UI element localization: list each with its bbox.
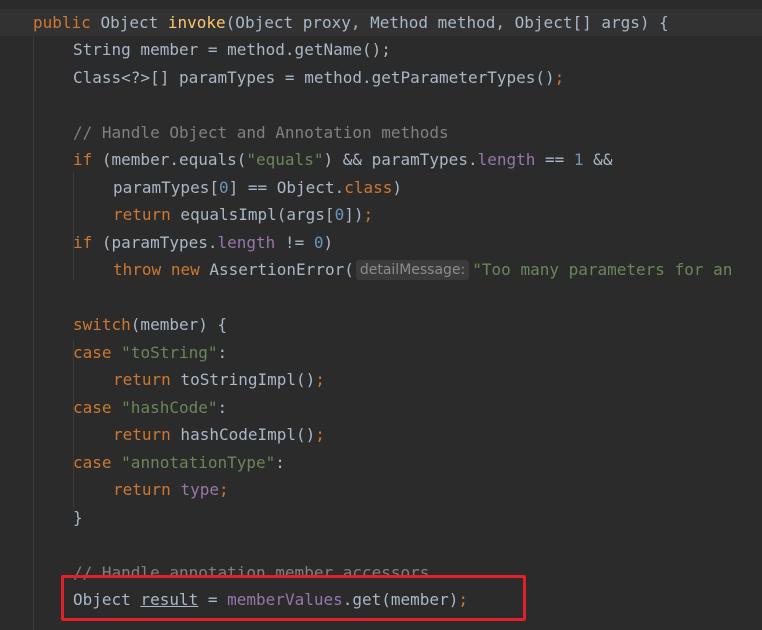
code-fragment: hashCodeImpl(): [170, 425, 316, 444]
number-literal: 0: [218, 178, 229, 197]
code-line-param-types[interactable]: Class<?>[] paramTypes = method.getParame…: [73, 64, 564, 91]
code-line-close-brace[interactable]: }: [73, 504, 83, 531]
code-fragment: (member.equals(: [92, 150, 247, 169]
code-line-throw[interactable]: throw new AssertionError(detailMessage: "…: [113, 256, 732, 283]
code-line-member-declaration[interactable]: String member = method.getName();: [73, 36, 391, 63]
keyword-switch: switch: [73, 315, 131, 334]
string-literal: "equals": [246, 150, 324, 169]
keyword-return: return: [113, 370, 171, 389]
number-literal: 1: [573, 150, 584, 169]
keyword-case: case: [73, 453, 112, 472]
code-fragment: toStringImpl(): [170, 370, 316, 389]
code-line-case-hashcode[interactable]: case "hashCode":: [73, 394, 227, 421]
code-line-case-annotationtype[interactable]: case "annotationType":: [73, 449, 285, 476]
keyword-return: return: [113, 480, 171, 499]
semicolon: ;: [554, 68, 565, 87]
code-fragment: !=: [275, 233, 314, 252]
keyword-throw: throw: [113, 260, 162, 279]
code-fragment: ==: [535, 150, 574, 169]
code-line-switch[interactable]: switch(member) {: [73, 311, 227, 338]
number-literal: 0: [334, 205, 345, 224]
code-fragment: ) && paramTypes.: [323, 150, 478, 169]
code-line-return-type[interactable]: return type;: [113, 476, 229, 503]
code-editor[interactable]: public Object invoke(Object proxy, Metho…: [0, 0, 762, 630]
keyword-case: case: [73, 398, 112, 417]
keyword-case: case: [73, 343, 112, 362]
code-fragment: &&: [583, 150, 613, 169]
code-fragment: (member) {: [130, 315, 228, 334]
keyword-class: class: [344, 178, 393, 197]
member-declaration-text: String member = method.getName();: [73, 40, 391, 59]
semicolon: ;: [315, 370, 325, 389]
code-fragment: ): [323, 233, 334, 252]
method-name: invoke: [167, 13, 226, 32]
code-fragment: (paramTypes.: [92, 233, 218, 252]
code-line-comment-object-methods[interactable]: // Handle Object and Annotation methods: [73, 119, 449, 146]
colon: :: [217, 398, 228, 417]
code-line-return-hashcode[interactable]: return hashCodeImpl();: [113, 421, 325, 448]
code-fragment: ]): [344, 205, 364, 224]
code-fragment: paramTypes[: [113, 178, 219, 197]
field-type: type: [180, 480, 219, 499]
keyword-public: public: [33, 13, 91, 32]
code-line-if-equals-continued[interactable]: paramTypes[0] == Object.class): [113, 174, 402, 201]
code-line-return-tostring[interactable]: return toStringImpl();: [113, 366, 325, 393]
semicolon: ;: [218, 480, 229, 499]
semicolon: ;: [363, 205, 374, 224]
code-line-case-tostring[interactable]: case "toString":: [73, 339, 227, 366]
red-highlight-box: [61, 575, 526, 621]
code-fragment: AssertionError(: [199, 260, 354, 279]
string-literal: "hashCode": [121, 398, 218, 417]
colon: :: [217, 343, 228, 362]
code-fragment: ] == Object.: [228, 178, 345, 197]
closing-brace: }: [73, 508, 83, 527]
param-types-text: Class<?>[] paramTypes = method.getParame…: [73, 68, 555, 87]
string-literal: "annotationType": [121, 453, 276, 472]
indent-guide: [73, 172, 74, 280]
string-literal: "toString": [121, 343, 218, 362]
keyword-return: return: [113, 205, 171, 224]
string-literal: "Too many parameters for an: [472, 260, 733, 279]
code-line-return-equals[interactable]: return equalsImpl(args[0]);: [113, 201, 373, 228]
code-fragment: ): [392, 178, 403, 197]
keyword-if: if: [73, 233, 93, 252]
keyword-if: if: [73, 150, 93, 169]
code-line-if-length[interactable]: if (paramTypes.length != 0): [73, 229, 333, 256]
colon: :: [275, 453, 285, 472]
code-line-method-signature[interactable]: public Object invoke(Object proxy, Metho…: [33, 9, 669, 36]
parameter-name-hint: detailMessage:: [355, 260, 470, 280]
comment-text: // Handle Object and Annotation methods: [73, 123, 449, 142]
field-length: length: [477, 150, 536, 169]
indent-guide: [33, 36, 34, 630]
parameter-list: (Object proxy, Method method, Object[] a…: [225, 13, 669, 32]
return-type: Object: [100, 13, 159, 32]
code-fragment: equalsImpl(args[: [170, 205, 335, 224]
keyword-new: new: [170, 260, 200, 279]
field-length: length: [217, 233, 276, 252]
code-line-if-equals[interactable]: if (member.equals("equals") && paramType…: [73, 146, 612, 173]
semicolon: ;: [315, 425, 325, 444]
keyword-return: return: [113, 425, 171, 444]
